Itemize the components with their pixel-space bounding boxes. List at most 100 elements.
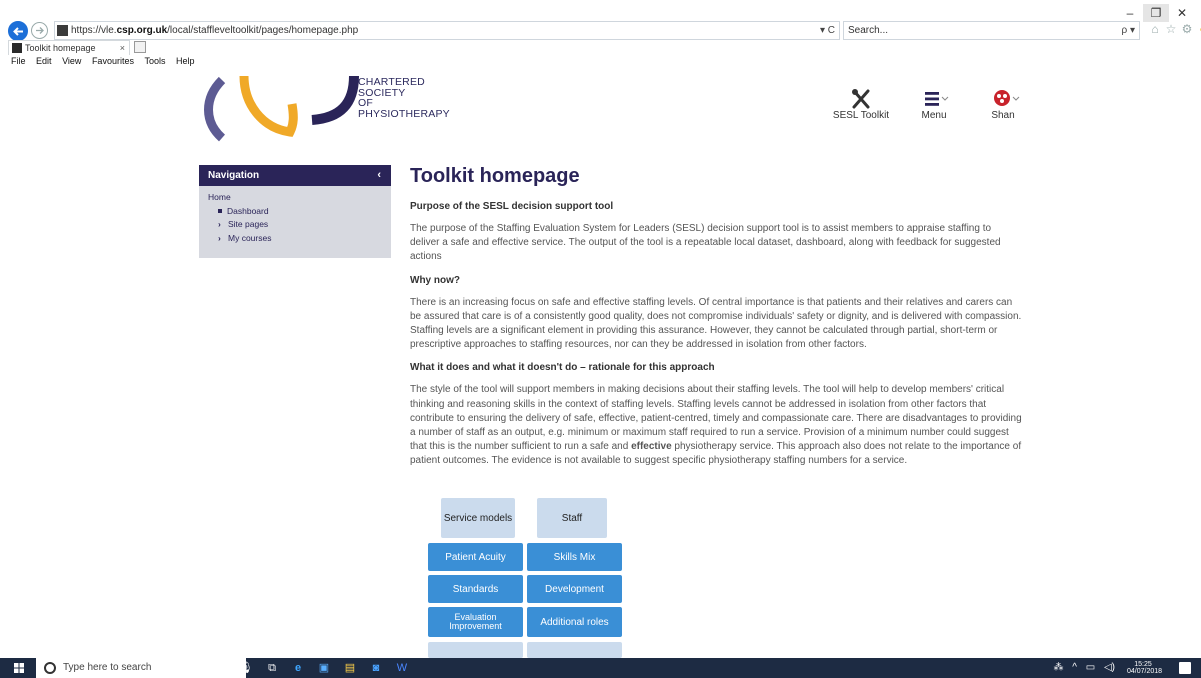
tools-icon xyxy=(852,89,870,109)
hamburger-icon xyxy=(925,92,949,106)
nav-item-my-courses-label: My courses xyxy=(228,232,272,243)
navigation-header: Navigation ‹ xyxy=(199,165,391,186)
chevron-right-icon: › xyxy=(218,219,221,229)
collapse-chevron-icon[interactable]: ‹ xyxy=(377,165,381,186)
navigation-block: Navigation ‹ Home Dashboard › Site pages … xyxy=(199,165,391,258)
tab-toolkit-homepage[interactable]: Toolkit homepage × xyxy=(8,40,130,55)
back-button[interactable] xyxy=(8,21,28,41)
url-bar[interactable]: https://vle.csp.org.uk/local/stafflevelt… xyxy=(54,21,840,40)
user-name: Shan xyxy=(991,110,1015,121)
menu-help[interactable]: Help xyxy=(176,55,195,67)
browser-search-input[interactable]: Search... ρ ▾ xyxy=(843,21,1140,40)
logo-line-4: PHYSIOTHERAPY xyxy=(358,107,450,120)
nav-item-dashboard[interactable]: Dashboard xyxy=(208,205,382,219)
clock-time: 15:25 xyxy=(1134,661,1152,668)
chevron-right-icon: › xyxy=(218,232,221,243)
menu-favourites[interactable]: Favourites xyxy=(92,55,134,67)
search-placeholder: Search... xyxy=(848,25,889,36)
nav-item-my-courses[interactable]: › My courses xyxy=(208,232,382,246)
tab-close-icon[interactable]: × xyxy=(120,41,125,55)
patient-acuity-box: Patient Acuity xyxy=(428,543,523,571)
menu-file[interactable]: File xyxy=(11,55,26,67)
why-now-paragraph: There is an increasing focus on safe and… xyxy=(410,296,1022,351)
menu-label: Menu xyxy=(921,110,947,121)
logo-line-3: OF xyxy=(358,97,373,109)
close-window-icon[interactable]: ✕ xyxy=(1169,4,1195,22)
taskbar-apps: 🎙 ⧉ e ▣ ▤ ◙ W xyxy=(233,658,415,678)
feedback-smiley-icon[interactable]: ● xyxy=(1196,22,1201,36)
url-prefix: https://vle. xyxy=(71,25,117,36)
main-content: Toolkit homepage Purpose of the SESL dec… xyxy=(410,164,1022,469)
system-tray: ⁂ ^ ▭ ◁) xyxy=(1047,658,1115,678)
nav-item-home[interactable]: Home xyxy=(208,191,382,205)
user-menu[interactable]: Shan xyxy=(985,88,1021,121)
system-clock[interactable]: 15:25 04/07/2018 xyxy=(1127,661,1163,675)
bullet-square-icon xyxy=(218,209,222,214)
menu-bar: File Edit View Favourites Tools Help xyxy=(0,55,1201,69)
sesl-toolkit-link[interactable]: SESL Toolkit xyxy=(829,88,893,121)
word-icon[interactable]: W xyxy=(389,658,415,678)
purpose-paragraph: The purpose of the Staffing Evaluation S… xyxy=(410,223,1001,263)
avatar xyxy=(994,90,1020,106)
volume-icon[interactable]: ◁) xyxy=(1104,662,1115,673)
forward-arrow-icon xyxy=(36,27,44,34)
refresh-icon[interactable]: ▾ C xyxy=(820,22,835,39)
url-path: /local/staffleveltoolkit/pages/homepage.… xyxy=(167,25,359,36)
site-favicon-icon xyxy=(57,25,68,36)
diagram-partial-box-left xyxy=(428,642,523,658)
back-arrow-icon xyxy=(13,27,23,36)
development-box: Development xyxy=(527,575,622,603)
nav-item-site-pages-label: Site pages xyxy=(228,219,269,229)
logo-line-1: CHARTERED xyxy=(358,76,425,88)
menu-tools[interactable]: Tools xyxy=(144,55,165,67)
people-icon[interactable]: ⁂ xyxy=(1053,662,1063,673)
service-models-box: Service models xyxy=(441,498,515,538)
taskbar-search-input[interactable]: Type here to search xyxy=(36,658,246,678)
tray-chevron-icon[interactable]: ^ xyxy=(1072,662,1077,673)
network-icon[interactable]: ▭ xyxy=(1086,662,1095,673)
menu-view[interactable]: View xyxy=(62,55,81,67)
home-icon[interactable]: ⌂ xyxy=(1148,22,1162,36)
edge-browser-icon[interactable]: e xyxy=(285,658,311,678)
staffing-diagram: Service models Staff Patient Acuity Skil… xyxy=(427,496,625,658)
store-icon[interactable]: ▤ xyxy=(337,658,363,678)
search-icon[interactable]: ρ ▾ xyxy=(1122,22,1136,39)
menu-button[interactable]: Menu xyxy=(912,88,956,121)
navigation-title: Navigation xyxy=(208,170,260,181)
clock-date: 04/07/2018 xyxy=(1127,668,1163,675)
purpose-heading: Purpose of the SESL decision support too… xyxy=(410,201,614,212)
restore-icon[interactable]: ❐ xyxy=(1143,4,1169,22)
windows-start-icon[interactable] xyxy=(14,663,24,673)
rationale-paragraph: The style of the tool will support membe… xyxy=(410,383,1022,468)
skills-mix-box: Skills Mix xyxy=(527,543,622,571)
tab-favicon-icon xyxy=(12,43,22,53)
logo-wordmark: CHARTERED SOCIETY OF PHYSIOTHERAPY xyxy=(358,77,450,119)
new-tab-icon[interactable] xyxy=(134,41,146,53)
settings-gear-icon[interactable]: ⚙ xyxy=(1180,22,1194,36)
cortana-icon xyxy=(44,662,56,674)
notifications-icon[interactable] xyxy=(1179,662,1191,674)
sesl-toolkit-label: SESL Toolkit xyxy=(832,110,890,121)
menu-edit[interactable]: Edit xyxy=(36,55,52,67)
windows-taskbar: Type here to search 🎙 ⧉ e ▣ ▤ ◙ W ⁂ ^ ▭ … xyxy=(0,658,1201,678)
minimize-icon[interactable]: – xyxy=(1117,4,1143,22)
page-title: Toolkit homepage xyxy=(410,165,580,187)
staff-box: Staff xyxy=(537,498,607,538)
favorites-star-icon[interactable]: ☆ xyxy=(1164,22,1178,36)
evaluation-improvement-box: Evaluation Improvement xyxy=(428,607,523,637)
tab-row: Toolkit homepage × xyxy=(0,40,1201,55)
outlook-icon[interactable]: ◙ xyxy=(363,658,389,678)
nav-item-site-pages[interactable]: › Site pages xyxy=(208,218,382,232)
address-row: https://vle.csp.org.uk/local/stafflevelt… xyxy=(0,21,1201,41)
rationale-heading: What it does and what it doesn't do – ra… xyxy=(410,362,715,374)
additional-roles-box: Additional roles xyxy=(527,607,622,637)
forward-button[interactable] xyxy=(31,22,48,39)
standards-box: Standards xyxy=(428,575,523,603)
rationale-bold: effective xyxy=(631,441,672,453)
taskbar-search-placeholder: Type here to search xyxy=(63,662,152,673)
file-explorer-icon[interactable]: ▣ xyxy=(311,658,337,678)
microphone-icon[interactable]: 🎙 xyxy=(233,658,259,678)
browser-toolbar-icons: ⌂ ☆ ⚙ ● xyxy=(1148,22,1201,36)
url-domain: csp.org.uk xyxy=(116,25,168,36)
task-view-icon[interactable]: ⧉ xyxy=(259,658,285,678)
